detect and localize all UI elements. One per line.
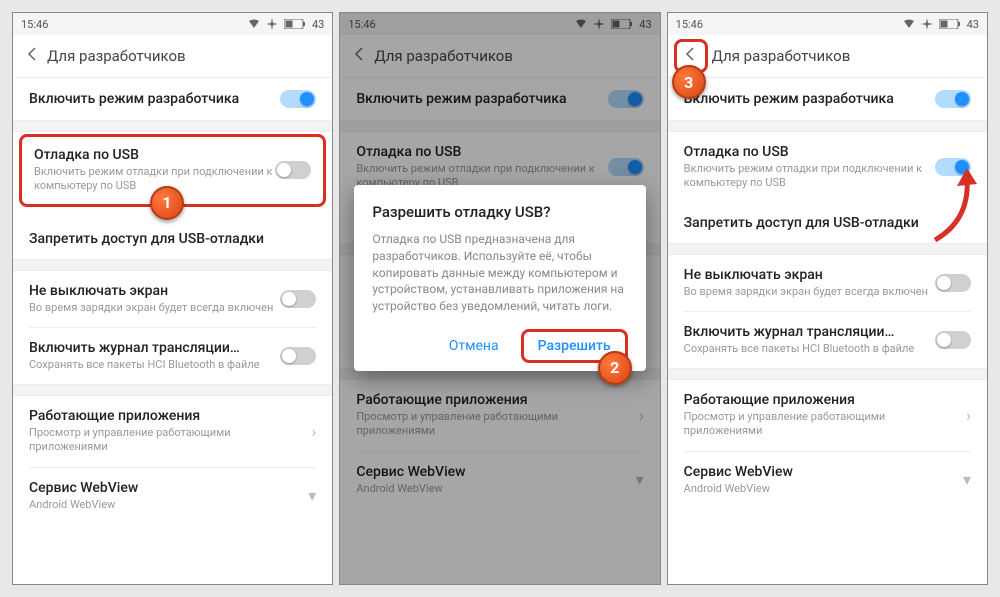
deny-usb-label: Запретить доступ для USB-отладки [29,231,316,247]
dropdown-icon: ▾ [308,486,316,505]
running-apps-sub: Просмотр и управление работающими прилож… [29,426,312,455]
chevron-right-icon: › [312,422,317,441]
bt-log-label: Включить журнал трансляции… [29,340,280,356]
toggle-usb-debug[interactable] [935,158,971,176]
usb-debug-dialog: Разрешить отладку USB? Отладка по USB пр… [354,185,645,371]
toggle-usb-debug[interactable] [275,161,311,179]
status-time: 15:46 [21,18,48,31]
chevron-right-icon: › [966,406,971,425]
toggle-dev-mode[interactable] [935,90,971,108]
phone-screen-2: 15:46 43 Для разработчиков Включить режи… [339,12,660,585]
toggle-dev-mode[interactable] [280,90,316,108]
page-title: Для разработчиков [47,47,186,65]
row-webview[interactable]: Сервис WebView Android WebView ▾ [13,468,332,524]
row-dev-mode[interactable]: Включить режим разработчика [13,78,332,120]
usb-debug-sub: Включить режим отладки при подключении к… [34,165,275,194]
phone-screen-1: 15:46 43 Для разработчиков Включить режи… [12,12,333,585]
cancel-button[interactable]: Отмена [433,330,515,362]
toggle-keep-screen[interactable] [935,274,971,292]
row-keep-screen[interactable]: Не выключать экранВо время зарядки экран… [668,255,987,311]
toggle-bt-log[interactable] [935,331,971,349]
row-bt-log[interactable]: Включить журнал трансляции…Сохранять все… [668,312,987,368]
running-apps-label: Работающие приложения [29,408,312,424]
airplane-icon [921,18,933,30]
settings-content: Включить режим разработчика Отладка по U… [668,78,987,584]
toggle-keep-screen[interactable] [280,290,316,308]
header: Для разработчиков 3 [668,35,987,78]
step-badge-1: 1 [150,186,184,220]
battery-text: 43 [967,18,979,31]
row-running-apps[interactable]: Работающие приложения Просмотр и управле… [13,396,332,467]
row-deny-usb[interactable]: Запретить доступ для USB-отладки [668,203,987,243]
row-running-apps[interactable]: Работающие приложенияПросмотр и управлен… [668,380,987,451]
row-keep-screen[interactable]: Не выключать экран Во время зарядки экра… [13,271,332,327]
battery-icon [939,19,961,29]
bt-log-sub: Сохранять все пакеты HCI Bluetooth в фай… [29,358,280,372]
airplane-icon [266,18,278,30]
keep-screen-sub: Во время зарядки экран будет всегда вклю… [29,301,280,315]
battery-text: 43 [312,18,324,31]
row-bt-log[interactable]: Включить журнал трансляции… Сохранять вс… [13,328,332,384]
phone-screen-3: 15:46 43 Для разработчиков 3 Включить ре… [667,12,988,585]
dropdown-icon: ▾ [963,470,971,489]
row-webview[interactable]: Сервис WebViewAndroid WebView ▾ [668,452,987,508]
wifi-icon [903,19,915,29]
dialog-title: Разрешить отладку USB? [372,203,627,221]
status-time: 15:46 [676,18,703,31]
battery-icon [284,19,306,29]
back-icon[interactable] [19,42,47,70]
wifi-icon [248,19,260,29]
row-dev-mode[interactable]: Включить режим разработчика [668,78,987,120]
page-title: Для разработчиков [712,47,851,65]
webview-sub: Android WebView [29,498,308,512]
step-badge-3: 3 [672,65,706,99]
highlight-usb-debug: Отладка по USB Включить режим отладки пр… [19,134,326,207]
dev-mode-label: Включить режим разработчика [29,91,280,107]
toggle-bt-log[interactable] [280,347,316,365]
row-usb-debug[interactable]: Отладка по USB Включить режим отладки пр… [668,132,987,203]
usb-debug-label: Отладка по USB [34,147,275,163]
keep-screen-label: Не выключать экран [29,283,280,299]
settings-content: Включить режим разработчика Отладка по U… [13,78,332,584]
header: Для разработчиков [13,35,332,78]
step-badge-2: 2 [598,351,632,385]
dialog-body: Отладка по USB предназначена для разрабо… [372,231,627,315]
webview-label: Сервис WebView [29,480,308,496]
status-bar: 15:46 43 [13,13,332,35]
status-bar: 15:46 43 [668,13,987,35]
